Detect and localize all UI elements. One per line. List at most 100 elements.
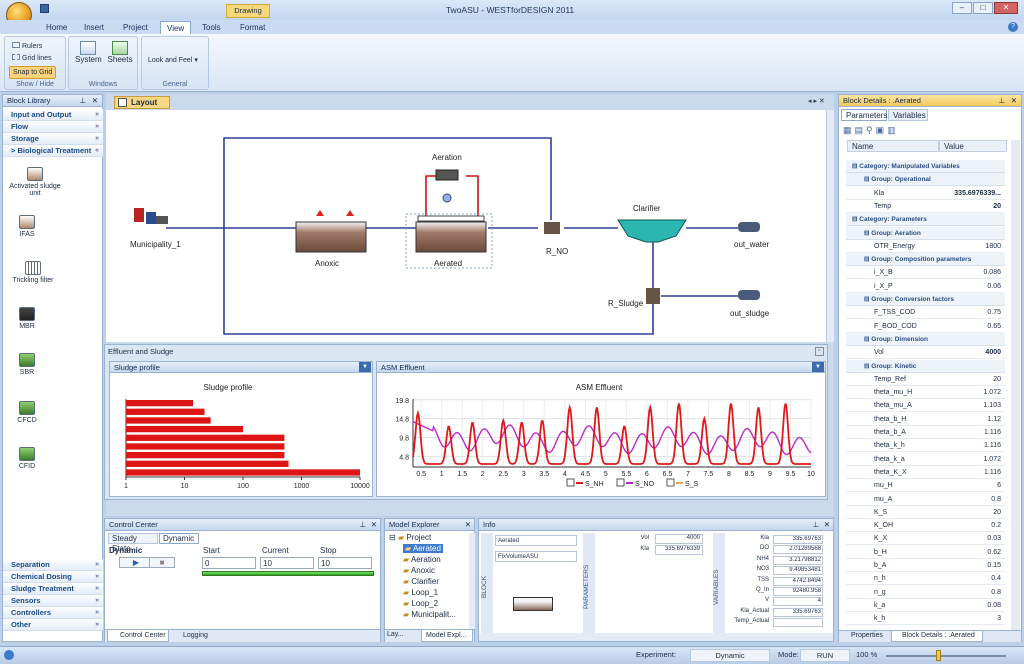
flowsheet-scrollbar[interactable] — [826, 110, 834, 342]
dropdown-icon[interactable]: ▼ — [359, 362, 371, 372]
tab-home[interactable]: Home — [40, 21, 73, 34]
close-icon[interactable]: ✕ — [92, 95, 98, 107]
look-and-feel-dropdown[interactable]: Look and Feel ▾ — [145, 55, 201, 66]
pin-icon[interactable]: ⊥ — [359, 519, 366, 531]
property-row[interactable]: theta_b_H 1.12 — [846, 413, 1005, 426]
property-row[interactable]: K_X 0.03 — [846, 532, 1005, 546]
property-value[interactable]: 0.8 — [991, 586, 1001, 599]
property-value[interactable]: 1.116 — [984, 439, 1001, 452]
info-scrollbar[interactable] — [479, 633, 833, 641]
tab-logging[interactable]: Logging — [171, 630, 219, 642]
category-input-output[interactable]: Input and Output» — [3, 109, 103, 121]
close-icon[interactable]: ✕ — [465, 519, 471, 531]
category-storage[interactable]: Storage» — [3, 133, 103, 145]
column-value-header[interactable]: Value — [939, 140, 1007, 152]
dropdown-icon[interactable]: ▼ — [812, 362, 824, 372]
tab-tools[interactable]: Tools — [196, 21, 227, 34]
property-row[interactable]: n_h 0.4 — [846, 572, 1005, 586]
flowsheet-canvas[interactable]: Aeration Clarifier Municipality_1 Anoxic… — [106, 110, 826, 342]
property-value[interactable]: 0.4 — [991, 572, 1001, 585]
property-row[interactable]: F_BOD_COD 0.65 — [846, 320, 1005, 333]
category-chemical-dosing[interactable]: Chemical Dosing» — [3, 571, 103, 583]
property-row[interactable]: theta_k_a 1.072 — [846, 453, 1005, 466]
property-row[interactable]: F_TSS_COD 0.75 — [846, 306, 1005, 320]
effluent-maximize-button[interactable]: ▫ — [815, 347, 824, 356]
property-row[interactable]: Vol 4000 — [846, 346, 1005, 360]
zoom-slider[interactable] — [886, 655, 1006, 657]
property-value[interactable]: 20 — [993, 200, 1001, 213]
tab-steady-state[interactable]: Steady State — [108, 533, 158, 553]
property-value[interactable]: 335.6976339... — [954, 187, 1001, 200]
property-row[interactable]: b_H 0.62 — [846, 546, 1005, 559]
property-category[interactable]: ⊟ Category: Parameters — [846, 213, 1005, 227]
property-value[interactable]: 4000 — [985, 346, 1001, 359]
property-row[interactable]: b_A 0.15 — [846, 559, 1005, 572]
property-row[interactable]: theta_mu_A 1.103 — [846, 399, 1005, 413]
property-value[interactable]: 3 — [997, 612, 1001, 625]
grid-lines-toggle[interactable]: Grid lines — [9, 53, 55, 64]
legend-checkbox[interactable] — [566, 478, 575, 487]
tree-item-loop1[interactable]: ▰ Loop_1 — [403, 588, 438, 597]
r-no-block[interactable] — [544, 222, 560, 234]
tab-parameters[interactable]: Parameters — [841, 109, 887, 121]
tab-insert[interactable]: Insert — [78, 21, 110, 34]
property-value[interactable]: 0.62 — [987, 546, 1001, 559]
legend-checkbox[interactable] — [616, 478, 625, 487]
property-value[interactable]: 0.2 — [991, 519, 1001, 532]
tab-layout-short[interactable]: Lay... — [387, 631, 404, 638]
property-row[interactable]: Temp_Ref 20 — [846, 373, 1005, 386]
tab-model-explorer[interactable]: Model Expl... — [421, 630, 473, 642]
tree-item-aerated[interactable]: ▰ Aerated — [403, 544, 443, 553]
layout-tab[interactable]: Layout — [114, 96, 170, 109]
property-value[interactable]: 0.08 — [987, 599, 1001, 612]
property-row[interactable]: mu_A 0.8 — [846, 493, 1005, 506]
property-value[interactable]: 0.65 — [987, 320, 1001, 333]
property-row[interactable]: OTR_Energy 1800 — [846, 240, 1005, 253]
snap-to-grid-toggle[interactable]: Snap to Grid — [9, 66, 57, 79]
sheets-button[interactable]: Sheets — [107, 41, 133, 64]
category-sensors[interactable]: Sensors» — [3, 595, 103, 607]
property-group[interactable]: ⊟ Group: Dimension — [846, 332, 1005, 346]
details-scrollbar[interactable] — [1011, 140, 1020, 630]
property-value[interactable]: 0.06 — [987, 280, 1001, 293]
category-separation[interactable]: Separation» — [3, 559, 103, 571]
tab-control-center[interactable]: Control Center — [107, 630, 169, 642]
minimize-button[interactable]: – — [952, 2, 972, 14]
property-row[interactable]: i_X_B 0.086 — [846, 266, 1005, 280]
legend-checkbox[interactable] — [666, 478, 675, 487]
close-icon[interactable]: ✕ — [1011, 95, 1017, 107]
close-icon[interactable]: ✕ — [371, 519, 377, 531]
property-group[interactable]: ⊟ Group: Aeration — [846, 226, 1005, 240]
category-biological-treatment[interactable]: > Biological Treatment « — [3, 145, 103, 157]
property-row[interactable]: k_h 3 — [846, 612, 1005, 626]
library-item-cfcd[interactable]: CFCD — [7, 401, 47, 424]
category-flow[interactable]: Flow» — [3, 121, 103, 133]
category-controllers[interactable]: Controllers» — [3, 607, 103, 619]
pin-icon[interactable]: ⊥ — [812, 519, 819, 531]
close-button[interactable]: ✕ — [994, 2, 1018, 14]
tree-scrollbar[interactable] — [469, 533, 475, 629]
property-value[interactable]: 1.072 — [983, 453, 1001, 466]
property-row[interactable]: n_g 0.8 — [846, 586, 1005, 599]
maximize-button[interactable]: □ — [973, 2, 993, 14]
details-toolbar[interactable]: ▦▤⚲▣▥ — [843, 125, 923, 137]
property-row[interactable]: mu_H 6 — [846, 479, 1005, 493]
tree-item-municipality[interactable]: ▰ Municipalit... — [403, 610, 456, 619]
library-item-mbr[interactable]: MBR — [7, 307, 47, 330]
pin-icon[interactable]: ⊥ — [79, 95, 86, 107]
current-input[interactable]: 10 — [260, 557, 314, 569]
stop-button[interactable]: ■ — [149, 557, 175, 568]
rulers-toggle[interactable]: Rulers — [9, 41, 45, 52]
property-group[interactable]: ⊟ Group: Conversion factors — [846, 293, 1005, 306]
tree-item-aeration[interactable]: ▰ Aeration — [403, 555, 441, 564]
tree-item-loop2[interactable]: ▰ Loop_2 — [403, 599, 438, 608]
property-value[interactable]: 0.15 — [987, 559, 1001, 572]
property-value[interactable]: 1800 — [985, 240, 1001, 253]
property-row[interactable]: Kla 335.6976339... — [846, 187, 1005, 200]
layout-scroll-icons[interactable]: ◂ ▸ ✕ — [808, 97, 825, 105]
property-value[interactable]: 1.072 — [983, 386, 1001, 399]
property-value[interactable]: 1.116 — [984, 466, 1001, 479]
property-value[interactable]: 0.75 — [987, 306, 1001, 319]
tab-format[interactable]: Format — [234, 21, 271, 34]
library-item-cfid[interactable]: CFID — [7, 447, 47, 470]
